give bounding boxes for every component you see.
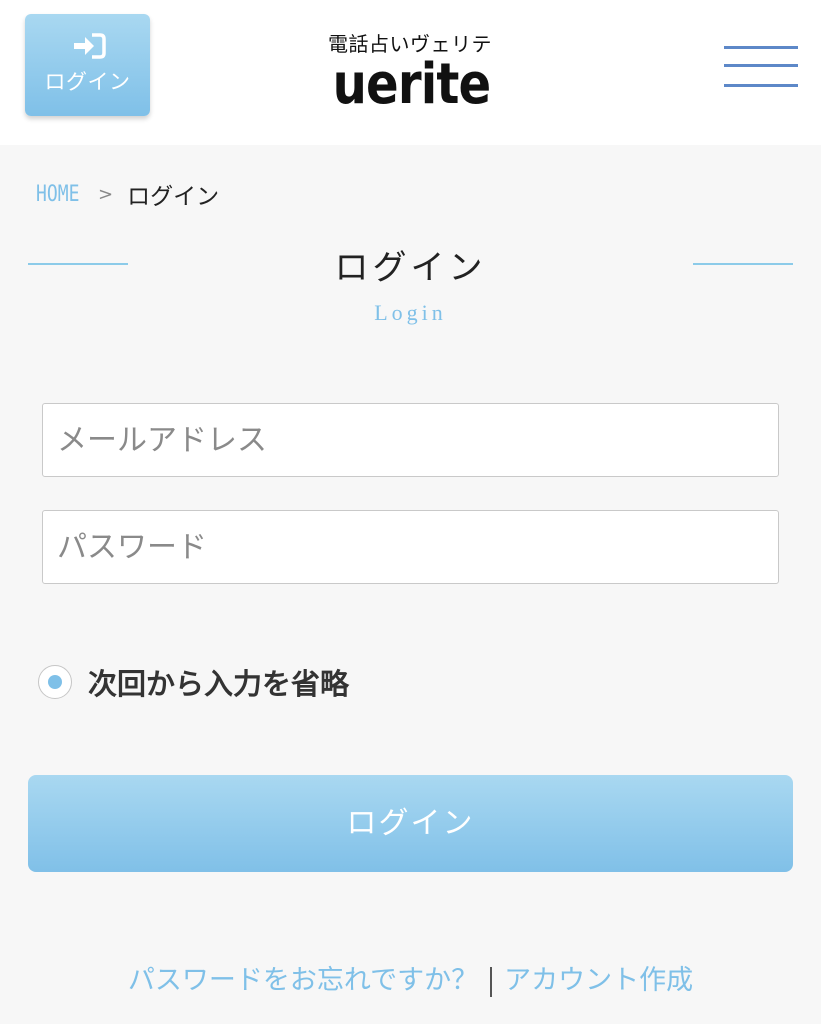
footer-links: パスワードをお忘れですか？ アカウント作成	[0, 958, 821, 997]
login-arrow-icon	[74, 33, 106, 59]
page-subtitle: Login	[374, 300, 447, 325]
site-header: ログイン 電話占いヴェリテ uerite	[0, 0, 821, 145]
create-account-link[interactable]: アカウント作成	[504, 965, 693, 996]
password-field[interactable]	[42, 510, 779, 584]
logo-wordmark: uerite	[332, 52, 492, 117]
breadcrumb: HOME > ログイン	[36, 178, 220, 211]
remember-label: 次回から入力を省略	[88, 667, 350, 701]
link-divider	[490, 966, 493, 997]
remember-option[interactable]: 次回から入力を省略	[38, 662, 349, 702]
header-login-label: ログイン	[44, 70, 131, 94]
header-login-button[interactable]: ログイン	[25, 14, 150, 116]
page-title: ログイン	[334, 248, 487, 288]
breadcrumb-current: ログイン	[127, 184, 220, 210]
breadcrumb-home-link[interactable]: HOME	[36, 182, 79, 207]
remember-radio[interactable]	[38, 665, 72, 699]
breadcrumb-separator: >	[98, 183, 114, 205]
hamburger-menu-icon[interactable]	[724, 44, 798, 90]
login-submit-button[interactable]: ログイン	[28, 775, 793, 872]
forgot-password-link[interactable]: パスワードをお忘れですか？	[128, 965, 478, 996]
email-field[interactable]	[42, 403, 779, 477]
site-logo[interactable]: 電話占いヴェリテ uerite	[320, 24, 500, 119]
